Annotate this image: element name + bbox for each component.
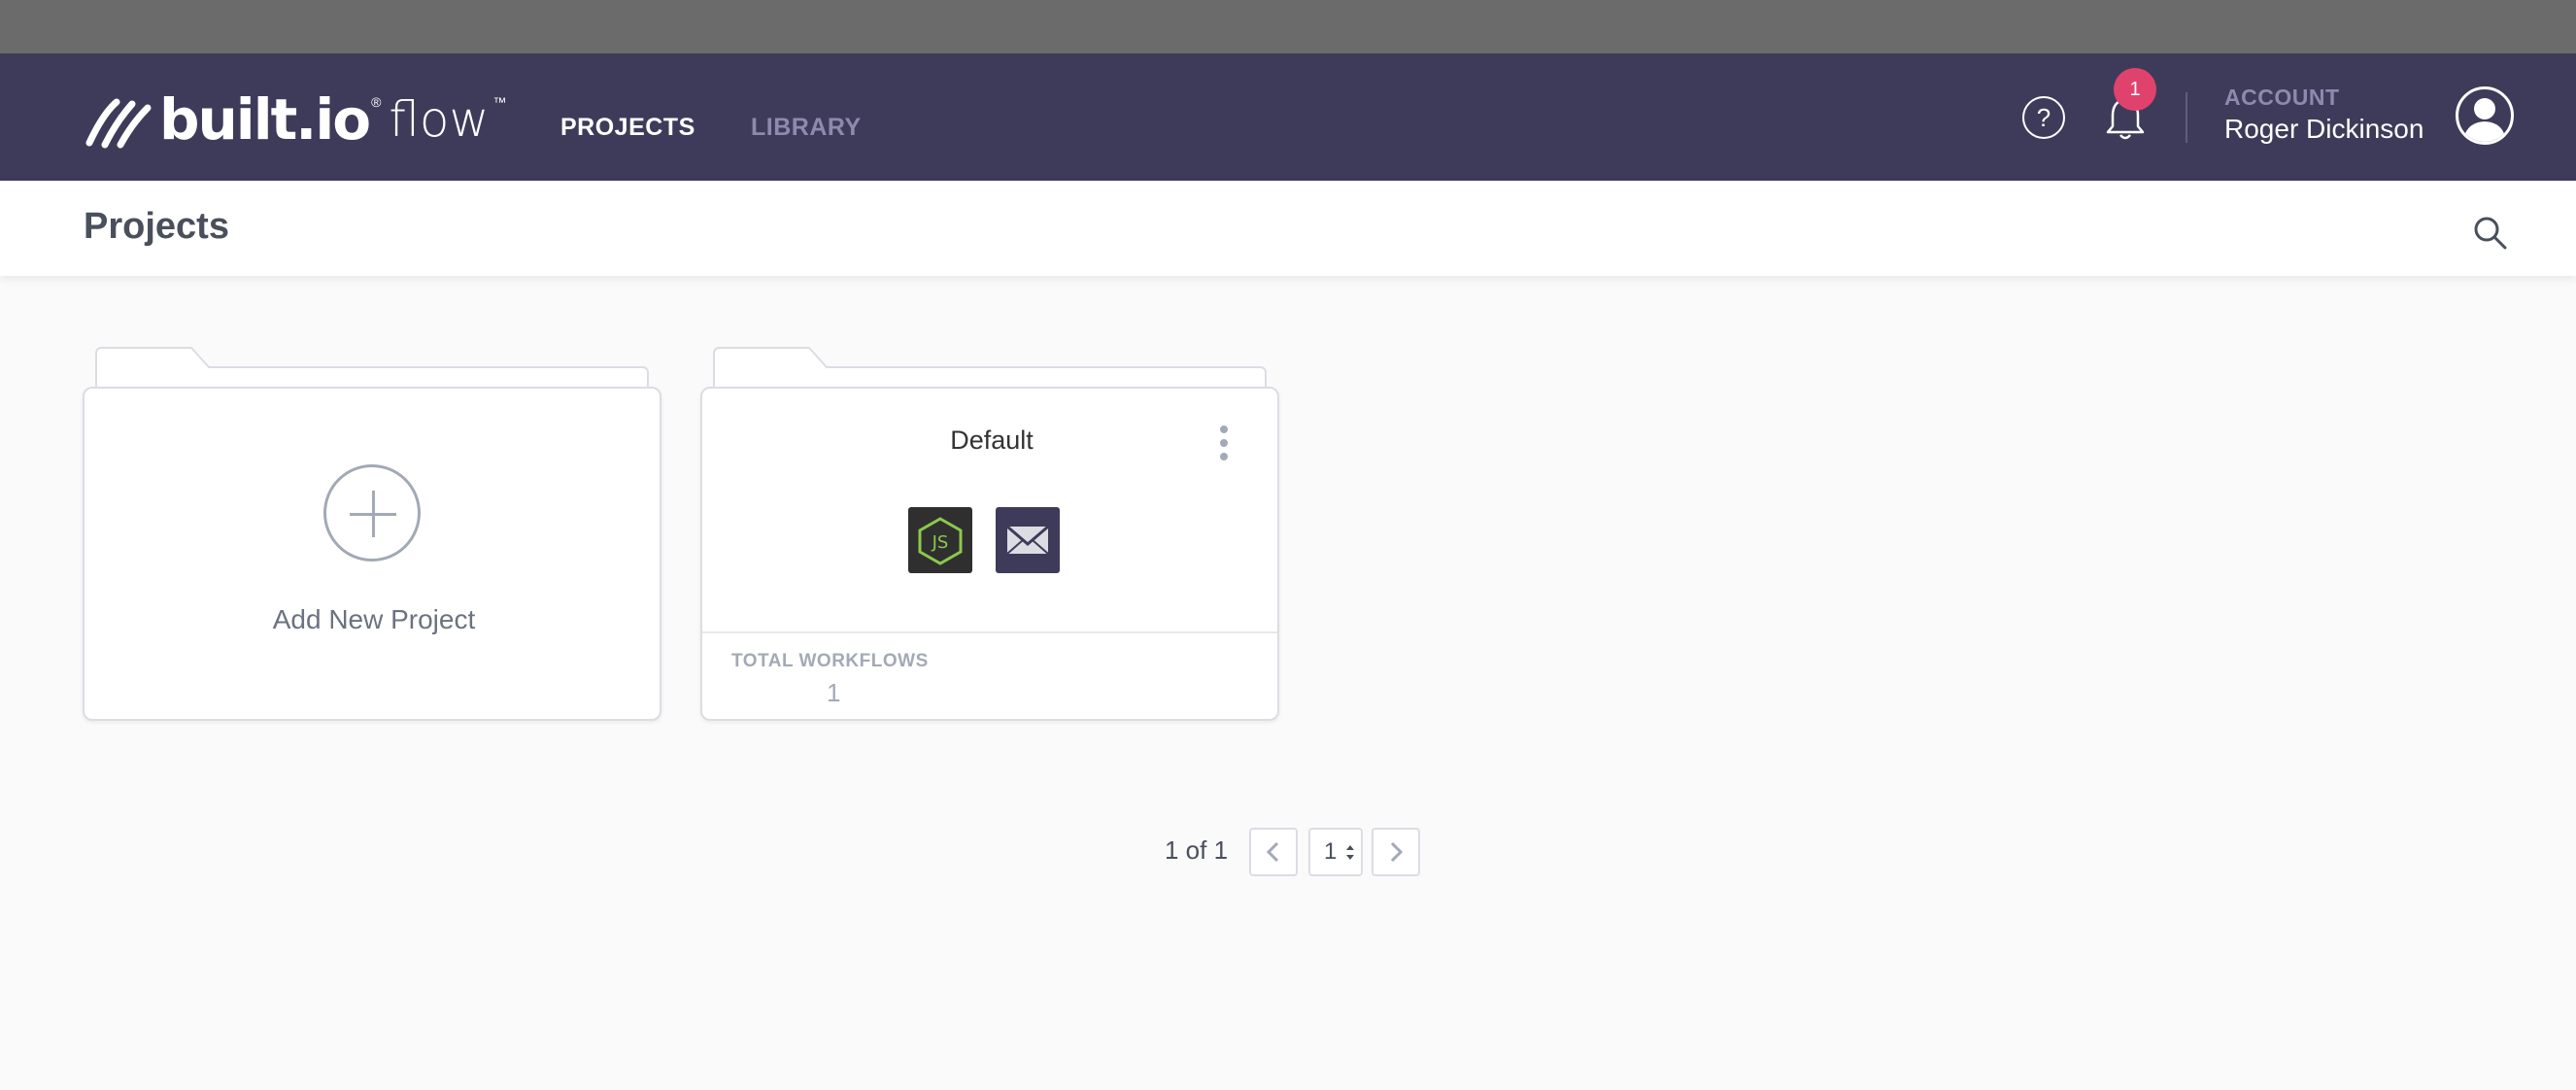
account-label: ACCOUNT [2224, 85, 2340, 110]
page-select[interactable]: 1 [1308, 828, 1363, 876]
next-page-button[interactable] [1372, 828, 1420, 876]
nav-library[interactable]: LIBRARY [751, 114, 862, 142]
user-avatar-icon[interactable] [2456, 86, 2514, 145]
card-divider [702, 631, 1277, 633]
chevron-left-icon [1266, 841, 1279, 863]
total-workflows-label: TOTAL WORKFLOWS [731, 651, 929, 671]
nav-projects[interactable]: PROJECTS [560, 114, 695, 142]
add-project-card-body[interactable]: Add New Project [83, 387, 661, 721]
logo-wordmark: built.io [159, 86, 371, 153]
email-icon [996, 507, 1060, 573]
page-title: Projects [84, 206, 229, 247]
project-card-body[interactable]: Default JS TOTAL WORKFLOWS 1 [700, 387, 1279, 721]
account-name[interactable]: Roger Dickinson [2224, 114, 2423, 145]
add-new-project-card[interactable]: Add New Project [83, 346, 661, 721]
page-select-value: 1 [1324, 838, 1338, 865]
previous-page-button[interactable] [1249, 828, 1298, 876]
logo-product-name: flow [389, 91, 490, 148]
logo-trademark: ™ [492, 94, 507, 110]
notification-count-badge: 1 [2114, 68, 2156, 111]
top-navigation-bar: built.io ® flow ™ PROJECTS LIBRARY ? 1 A… [0, 53, 2576, 181]
builtio-flow-logo[interactable]: built.io ® flow ™ [84, 90, 506, 149]
chevron-right-icon [1390, 841, 1404, 863]
project-name[interactable]: Default [702, 426, 1281, 456]
help-icon[interactable]: ? [2022, 96, 2065, 139]
nodejs-icon: JS [908, 507, 972, 573]
project-card-default[interactable]: Default JS TOTAL WORKFLOWS 1 [700, 346, 1279, 721]
svg-text:JS: JS [932, 532, 949, 553]
add-new-project-label[interactable]: Add New Project [85, 604, 663, 635]
select-arrows-icon [1346, 845, 1354, 860]
nav-divider [2186, 92, 2187, 143]
page-subheader: Projects [0, 181, 2576, 276]
pagination-summary: 1 of 1 [1165, 835, 1229, 865]
builtio-logo-mark-icon [85, 98, 152, 149]
browser-chrome-strip [0, 0, 2576, 53]
more-options-icon[interactable] [1217, 424, 1231, 462]
search-icon[interactable] [2471, 214, 2510, 253]
add-plus-icon[interactable] [323, 464, 421, 562]
total-workflows-count: 1 [827, 678, 841, 707]
logo-registered-mark: ® [371, 94, 382, 110]
